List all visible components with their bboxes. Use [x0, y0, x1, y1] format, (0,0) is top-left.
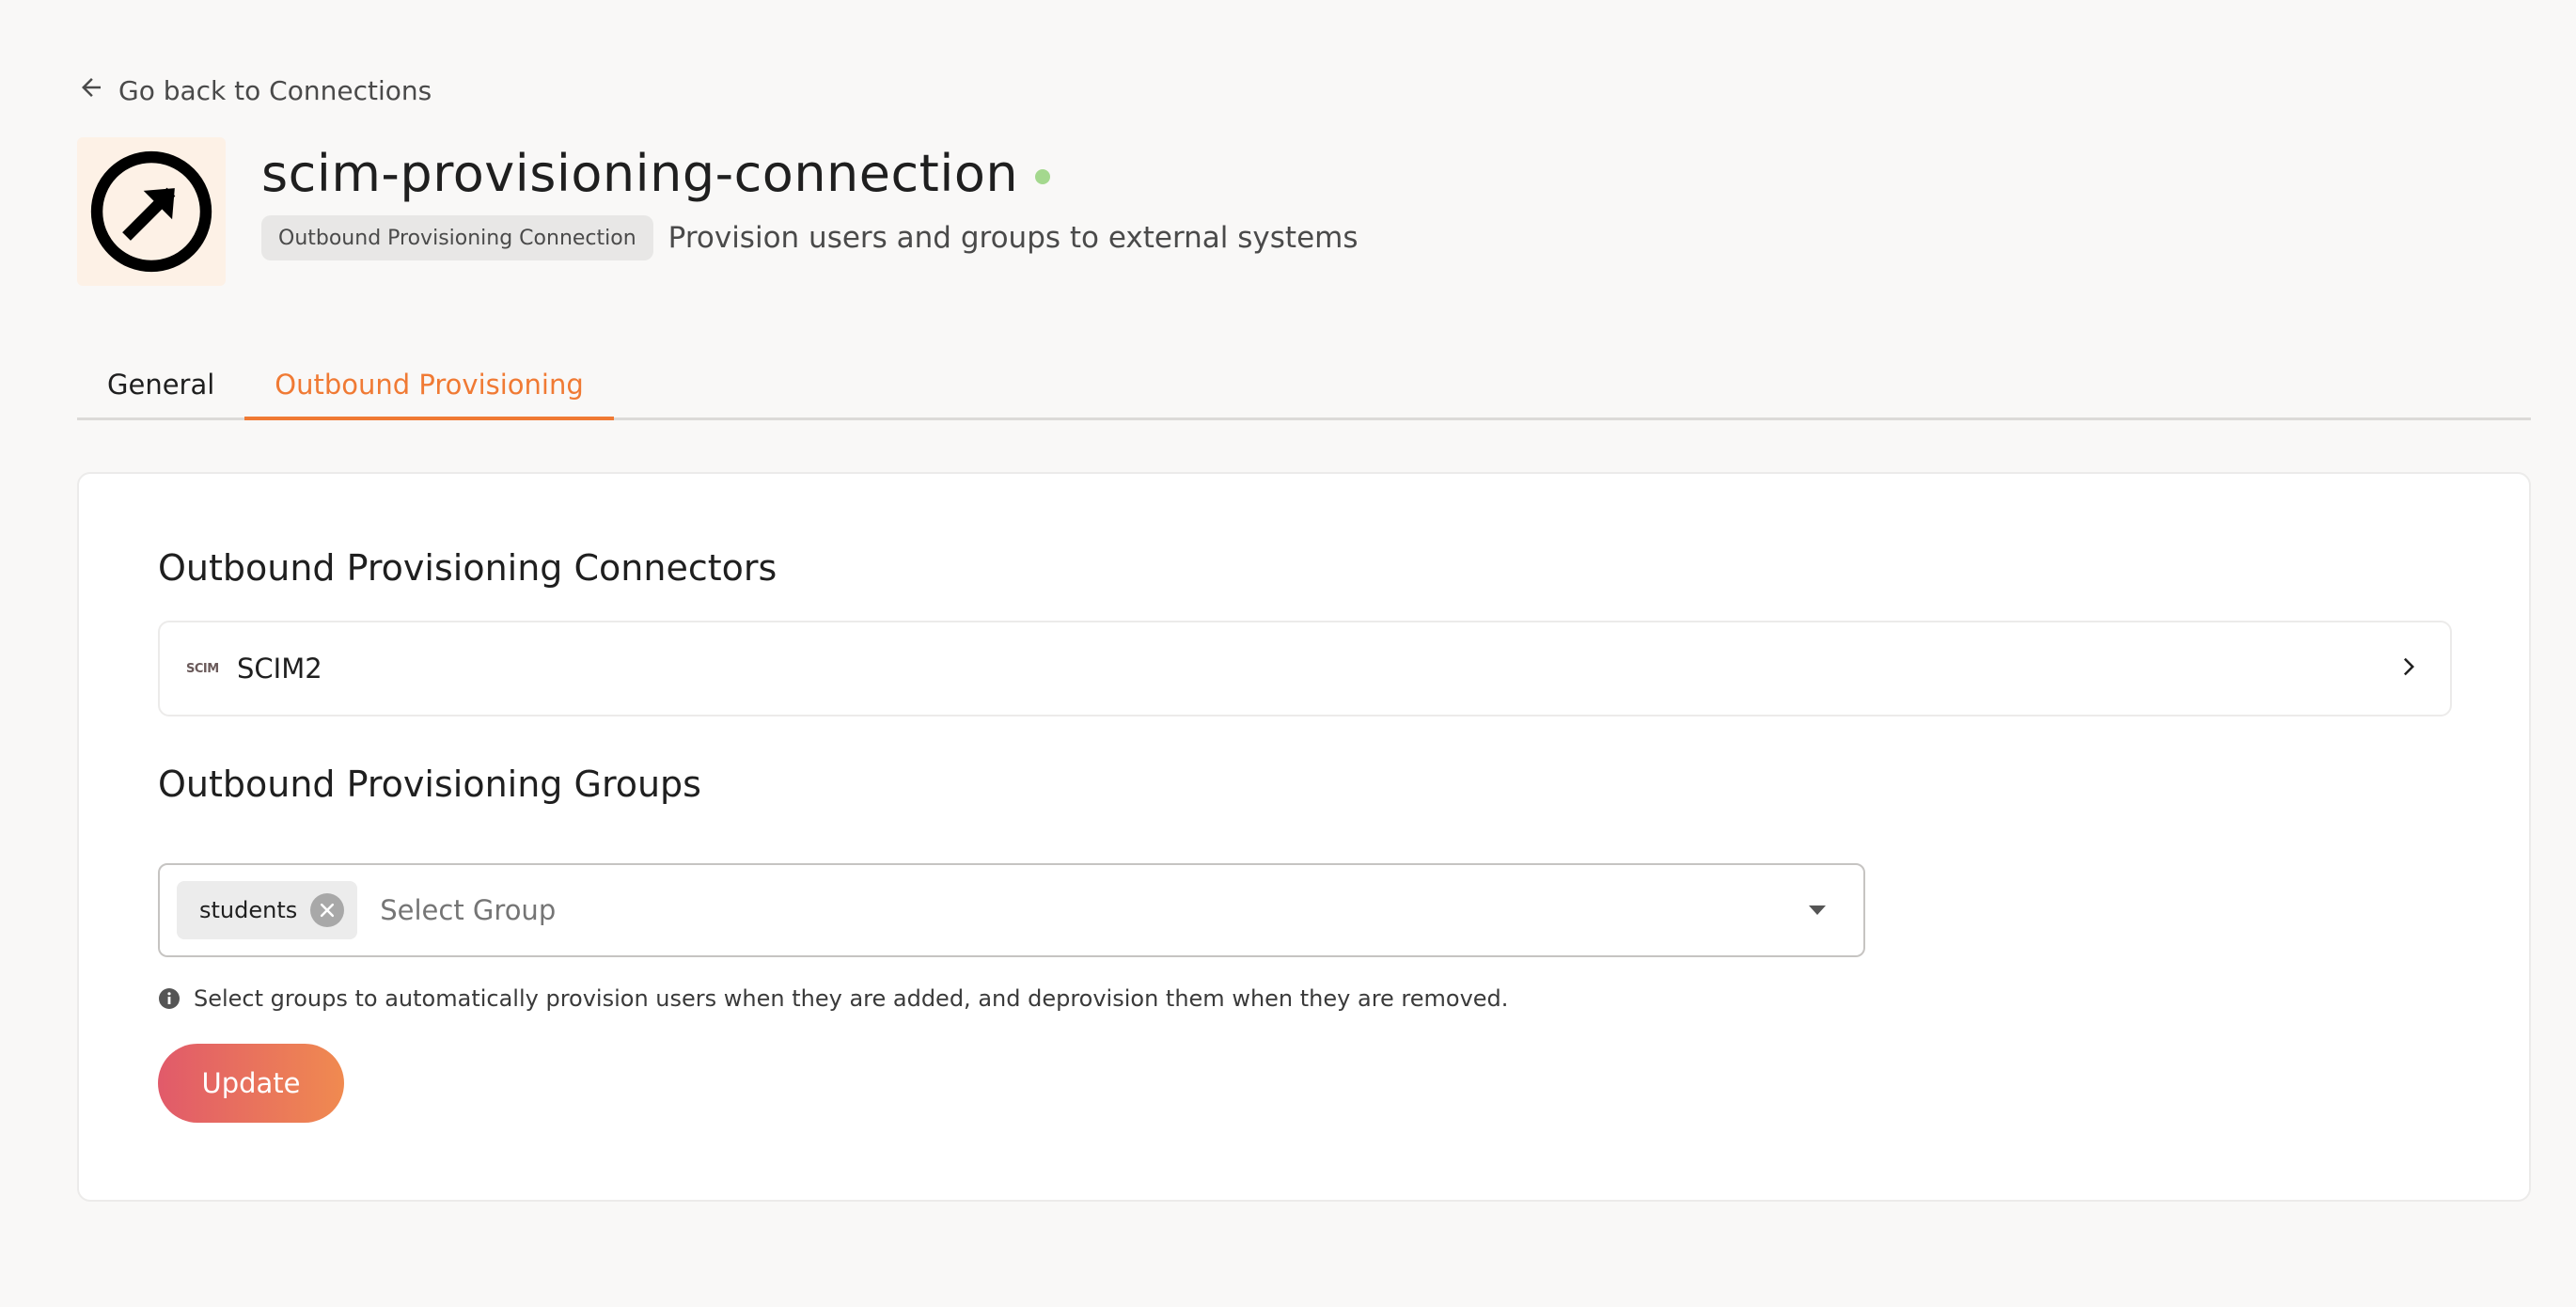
connection-name: scim-provisioning-connection: [261, 143, 1019, 203]
connection-type-badge: Outbound Provisioning Connection: [261, 215, 653, 260]
scim-logo-icon: SCIM: [186, 661, 219, 676]
outbound-provisioning-panel: Outbound Provisioning Connectors SCIM SC…: [77, 472, 2531, 1202]
remove-group-button[interactable]: [310, 893, 345, 927]
connection-subline: Outbound Provisioning Connection Provisi…: [261, 214, 1359, 261]
arrow-left-icon: [77, 73, 105, 108]
info-icon: [159, 988, 180, 1009]
hint-text: Select groups to automatically provision…: [194, 985, 1509, 1012]
group-select[interactable]: students: [158, 863, 1865, 957]
tab-general[interactable]: General: [77, 352, 244, 417]
page-title: scim-provisioning-connection: [261, 139, 1051, 207]
back-to-connections-link[interactable]: Go back to Connections: [77, 70, 432, 111]
tab-outbound-provisioning[interactable]: Outbound Provisioning: [244, 352, 614, 420]
group-chip-label: students: [199, 897, 298, 923]
page: Go back to Connections scim-provisioning…: [0, 0, 2576, 1307]
groups-section-title: Outbound Provisioning Groups: [158, 764, 701, 805]
dropdown-caret-icon[interactable]: [1809, 905, 1826, 915]
connector-name: SCIM2: [237, 653, 322, 685]
connector-item-scim2[interactable]: SCIM SCIM2: [158, 621, 2452, 716]
tab-bar: General Outbound Provisioning: [77, 352, 2531, 420]
arrow-up-right-circle-icon: [90, 150, 212, 273]
connection-description: Provision users and groups to external s…: [668, 221, 1359, 255]
back-link-label: Go back to Connections: [118, 74, 432, 106]
group-search-input[interactable]: [378, 893, 1809, 927]
selected-group-chip: students: [177, 881, 358, 939]
close-icon: [321, 903, 335, 918]
groups-hint: Select groups to automatically provision…: [158, 985, 1508, 1012]
update-button[interactable]: Update: [158, 1044, 344, 1123]
status-indicator: [1035, 169, 1051, 184]
chevron-right-icon: [2395, 653, 2424, 685]
connectors-section-title: Outbound Provisioning Connectors: [158, 547, 778, 589]
connection-logo: [77, 137, 226, 286]
